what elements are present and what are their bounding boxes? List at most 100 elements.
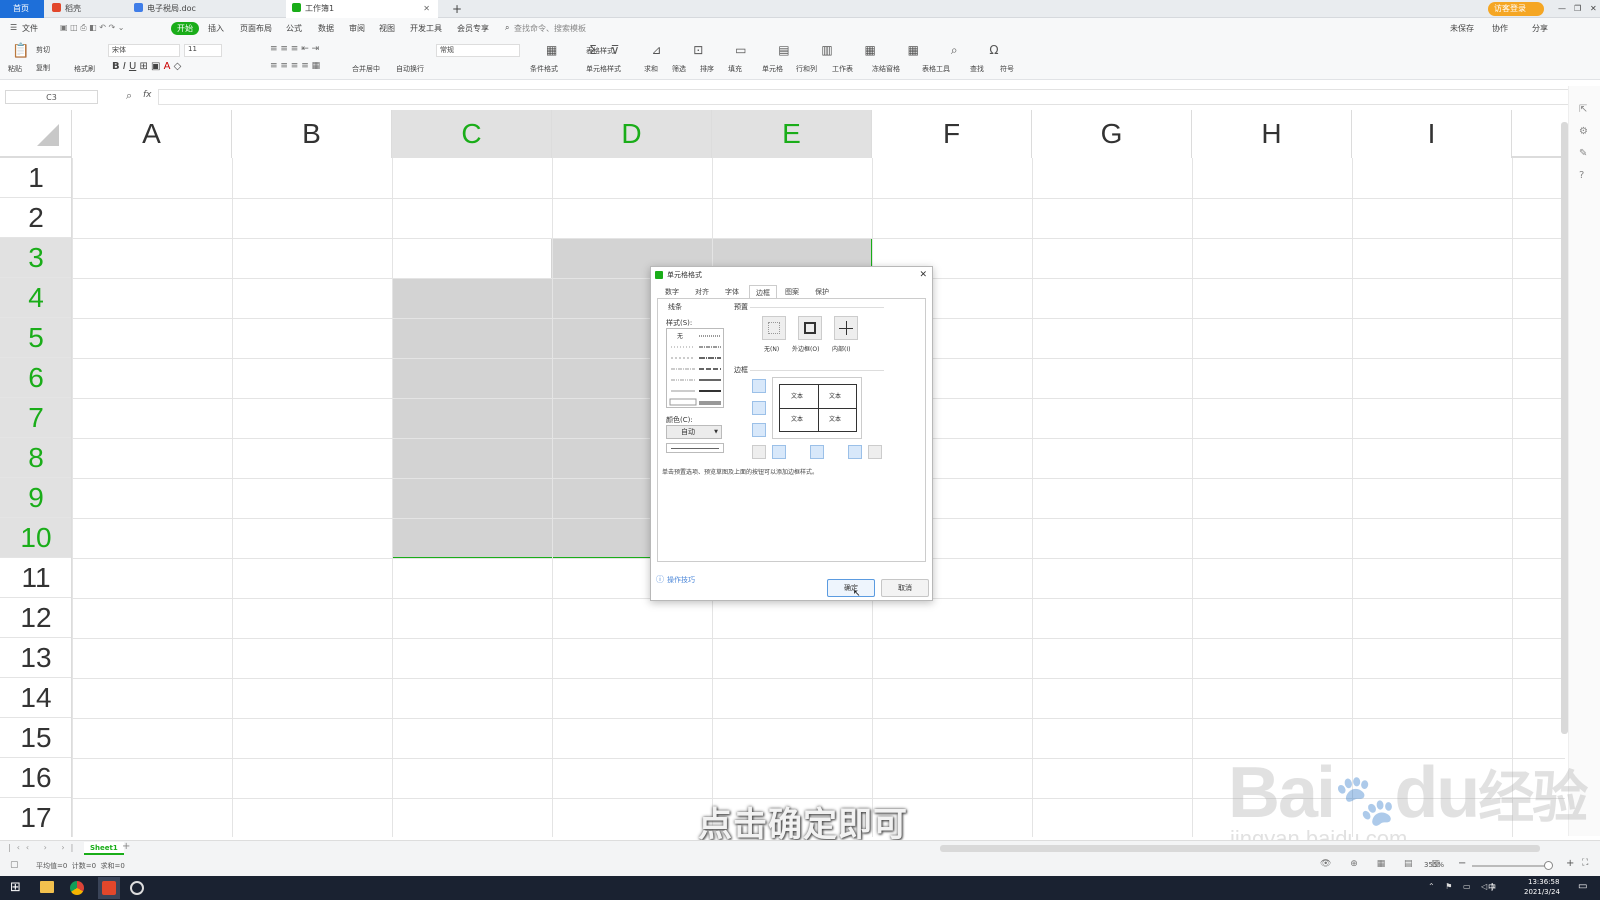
- file-menu[interactable]: 文件: [22, 23, 38, 34]
- vertical-scrollbar[interactable]: [1561, 122, 1568, 734]
- restore-icon[interactable]: ❐: [1568, 0, 1581, 18]
- row-header-16[interactable]: 16: [0, 758, 72, 798]
- windows-start-icon[interactable]: ⊞: [10, 880, 21, 895]
- copy-button[interactable]: 复制: [36, 63, 50, 73]
- close-window-icon[interactable]: ✕: [1584, 0, 1597, 18]
- symbol-button[interactable]: 符号: [1000, 64, 1014, 74]
- ok-button[interactable]: 确定: [827, 579, 875, 597]
- menu-developer[interactable]: 开发工具: [410, 23, 442, 34]
- font-size-select[interactable]: 11: [184, 44, 222, 57]
- zoom-slider-thumb[interactable]: [1544, 861, 1553, 870]
- sheet-tab-sheet1[interactable]: Sheet1: [84, 842, 124, 855]
- row-header-17[interactable]: 17: [0, 798, 72, 837]
- tab-pattern[interactable]: 图案: [779, 285, 805, 299]
- column-header-a[interactable]: A: [72, 110, 232, 158]
- row-header-12[interactable]: 12: [0, 598, 72, 638]
- border-bottom-button[interactable]: [752, 423, 766, 437]
- zoom-in-icon[interactable]: +: [1566, 858, 1574, 869]
- wps-taskbar-icon[interactable]: [98, 877, 120, 899]
- minimize-icon[interactable]: —: [1552, 0, 1566, 18]
- row-header-7[interactable]: 7: [0, 398, 72, 438]
- border-top-button[interactable]: [752, 379, 766, 393]
- tips-link[interactable]: 操作技巧: [667, 575, 695, 585]
- tab-number[interactable]: 数字: [659, 285, 685, 299]
- row-header-6[interactable]: 6: [0, 358, 72, 398]
- tab-workbook[interactable]: 工作簿1 ✕: [286, 0, 438, 18]
- dialog-close-icon[interactable]: ✕: [919, 267, 927, 283]
- border-left-button[interactable]: [772, 445, 786, 459]
- format-painter-button[interactable]: 格式刷: [74, 64, 95, 74]
- column-header-g[interactable]: G: [1032, 110, 1192, 158]
- border-center-button[interactable]: [810, 445, 824, 459]
- menu-insert[interactable]: 插入: [208, 23, 224, 34]
- column-header-b[interactable]: B: [232, 110, 392, 158]
- row-col-button[interactable]: 行和列: [796, 64, 817, 74]
- active-cell-c3[interactable]: [393, 239, 551, 278]
- tab-alignment[interactable]: 对齐: [689, 285, 715, 299]
- menu-review[interactable]: 审阅: [349, 23, 365, 34]
- chrome-icon[interactable]: [70, 881, 84, 895]
- wrap-text-button[interactable]: 自动换行: [396, 64, 424, 74]
- menu-start[interactable]: 开始: [171, 22, 199, 35]
- fullscreen-icon[interactable]: ⛶: [1582, 858, 1588, 868]
- clock-date[interactable]: 2021/3/24: [1524, 888, 1560, 896]
- column-header-c[interactable]: C: [392, 110, 552, 158]
- column-header-f[interactable]: F: [872, 110, 1032, 158]
- clock-time[interactable]: 13:36:58: [1528, 878, 1559, 886]
- row-header-4[interactable]: 4: [0, 278, 72, 318]
- zoom-level[interactable]: 355%: [1424, 861, 1444, 869]
- tab-protection[interactable]: 保护: [809, 285, 835, 299]
- formula-input[interactable]: [158, 89, 1570, 105]
- preset-none-button[interactable]: [762, 316, 786, 340]
- zoom-slider[interactable]: [1472, 865, 1552, 867]
- row-header-1[interactable]: 1: [0, 158, 72, 198]
- menu-formula[interactable]: 公式: [286, 23, 302, 34]
- sort-button[interactable]: 排序: [700, 64, 714, 74]
- unsaved-status[interactable]: 未保存: [1450, 23, 1474, 34]
- paste-button[interactable]: 粘贴: [8, 64, 22, 74]
- tab-font[interactable]: 字体: [719, 285, 745, 299]
- table-tools-button[interactable]: 表格工具: [922, 64, 950, 74]
- preset-outline-button[interactable]: [798, 316, 822, 340]
- menu-member[interactable]: 会员专享: [457, 23, 489, 34]
- zoom-out-icon[interactable]: −: [1458, 858, 1466, 869]
- row-header-10[interactable]: 10: [0, 518, 72, 558]
- align-buttons-2[interactable]: ≡ ≡ ≡ ≡ ▦: [270, 61, 320, 71]
- row-header-14[interactable]: 14: [0, 678, 72, 718]
- merge-center-button[interactable]: 合并居中: [352, 64, 380, 74]
- conditional-format-button[interactable]: 条件格式: [530, 64, 558, 74]
- border-preview[interactable]: 文本 文本 文本 文本: [772, 377, 862, 439]
- freeze-button[interactable]: 冻结窗格: [872, 64, 900, 74]
- column-header-d[interactable]: D: [552, 110, 712, 158]
- worksheet-button[interactable]: 工作表: [832, 64, 853, 74]
- menu-view[interactable]: 视图: [379, 23, 395, 34]
- column-header-h[interactable]: H: [1192, 110, 1352, 158]
- border-middle-button[interactable]: [752, 401, 766, 415]
- fill-button[interactable]: 填充: [728, 64, 742, 74]
- name-box[interactable]: C3: [5, 90, 98, 104]
- horizontal-scrollbar[interactable]: [940, 845, 1540, 852]
- zoom-formula-icon[interactable]: ⌕: [126, 89, 132, 103]
- recorder-icon[interactable]: [130, 881, 144, 895]
- line-style-samples[interactable]: [667, 329, 725, 409]
- align-buttons[interactable]: ≡ ≡ ≡ ⇤ ⇥: [270, 44, 319, 54]
- input-language[interactable]: 中: [1488, 882, 1496, 893]
- font-style-buttons[interactable]: B I U ⊞ ▣ A ◇: [112, 61, 181, 72]
- border-diag-up-button[interactable]: [752, 445, 766, 459]
- line-style-list[interactable]: 无: [666, 328, 724, 408]
- filter-button[interactable]: 筛选: [672, 64, 686, 74]
- row-header-8[interactable]: 8: [0, 438, 72, 478]
- select-all-corner[interactable]: [0, 110, 72, 158]
- settings-tool-icon[interactable]: ⚙: [1579, 126, 1588, 137]
- command-search[interactable]: 查找命令、搜索模板: [514, 23, 586, 34]
- tab-daoke[interactable]: 稻壳: [46, 0, 128, 18]
- column-header-i[interactable]: I: [1352, 110, 1512, 158]
- cell-style-button[interactable]: 单元格样式: [586, 64, 621, 74]
- tips-icon[interactable]: ⓘ: [656, 574, 664, 585]
- new-tab-button[interactable]: +: [446, 0, 462, 18]
- select-tool-icon[interactable]: ⇱: [1579, 104, 1587, 115]
- paste-icon[interactable]: 📋: [12, 43, 29, 59]
- add-sheet-button[interactable]: +: [122, 841, 130, 852]
- row-header-11[interactable]: 11: [0, 558, 72, 598]
- border-diag-down-button[interactable]: [868, 445, 882, 459]
